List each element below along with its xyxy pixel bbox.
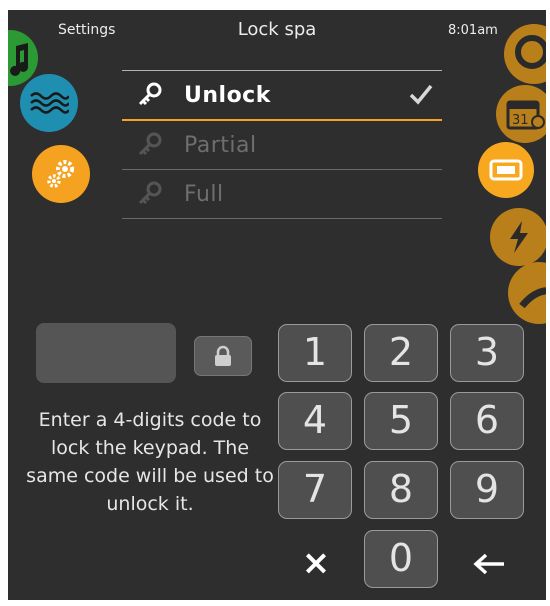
calendar-day: 31 [512,113,529,128]
key-1[interactable]: 1 [278,324,352,382]
settings-arc-icon[interactable] [504,24,546,84]
key-9[interactable]: 9 [450,461,524,519]
lock-button[interactable] [194,336,252,376]
key-6[interactable]: 6 [450,392,524,450]
key-2[interactable]: 2 [364,324,438,382]
key-0[interactable]: 0 [364,530,438,588]
option-unlock[interactable]: Unlock [122,70,442,121]
key-icon [138,132,162,156]
option-partial[interactable]: Partial [122,121,442,170]
padlock-icon [215,345,231,366]
gear-icon[interactable] [32,145,90,203]
checkmark-icon [409,84,433,105]
key-icon [138,181,162,205]
display-icon[interactable] [478,142,534,198]
option-unlock-label: Unlock [184,82,271,108]
option-full[interactable]: Full [122,170,442,219]
backspace-button[interactable] [464,542,514,586]
code-display-field [36,323,176,383]
key-3[interactable]: 3 [450,324,524,382]
arc-icon[interactable] [508,262,546,324]
lock-options-menu: Unlock Partial Full [122,70,442,219]
clear-button[interactable]: × [296,540,336,586]
lightning-icon[interactable] [490,208,546,266]
instructions-text: Enter a 4-digits code to lock the keypad… [26,409,274,515]
water-icon[interactable] [20,74,78,132]
option-partial-label: Partial [184,132,257,158]
key-4[interactable]: 4 [278,392,352,450]
clock: 8:01am [448,23,498,38]
key-icon [138,82,162,106]
key-7[interactable]: 7 [278,461,352,519]
calendar-icon[interactable]: 31 [496,85,546,143]
key-8[interactable]: 8 [364,461,438,519]
option-full-label: Full [184,181,224,207]
backspace-arrow-icon [473,553,504,575]
key-5[interactable]: 5 [364,392,438,450]
lock-spa-screen: Settings Lock spa 8:01am 31 Unlock Parti… [8,10,546,600]
